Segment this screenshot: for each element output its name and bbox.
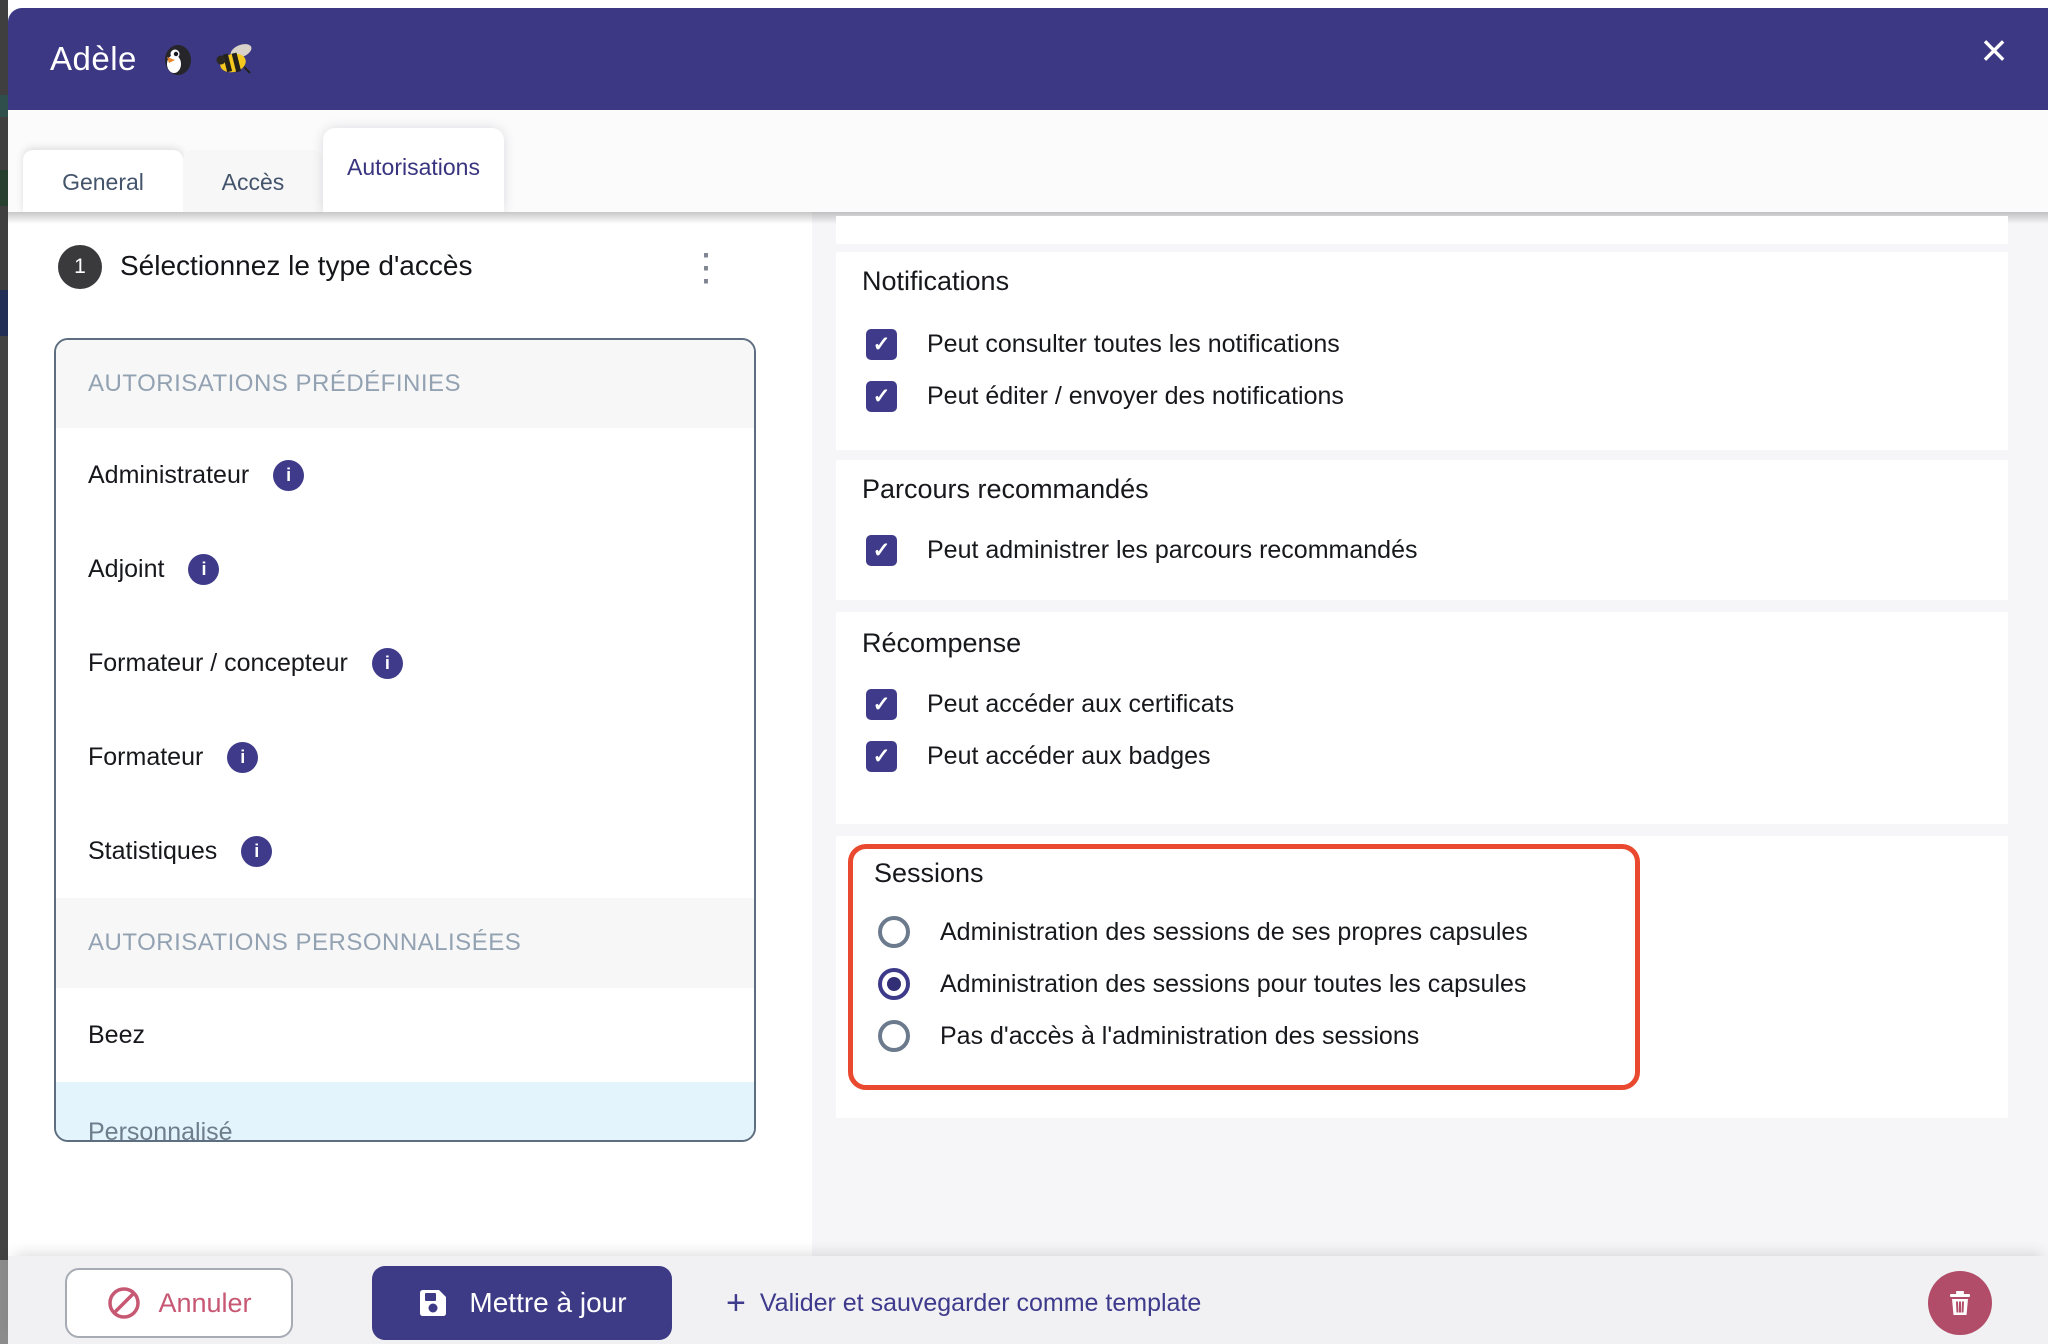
access-type-beez[interactable]: Beez: [56, 988, 754, 1082]
info-icon[interactable]: i: [241, 836, 272, 867]
permission-label: Administration des sessions de ses propr…: [940, 918, 1528, 947]
access-type-label: Formateur: [88, 743, 203, 772]
prohibit-icon: [106, 1285, 142, 1321]
step-title: Sélectionnez le type d'accès: [120, 250, 472, 282]
radio-selected[interactable]: [878, 968, 910, 1000]
radio-unselected[interactable]: [878, 1020, 910, 1052]
tab-autorisations[interactable]: Autorisations: [323, 128, 504, 212]
section-title: Sessions: [874, 858, 984, 889]
permission-label: Administration des sessions pour toutes …: [940, 970, 1526, 999]
permission-label: Peut consulter toutes les notifications: [927, 330, 1340, 359]
save-floppy-icon: [417, 1287, 449, 1319]
save-as-template-link[interactable]: + Valider et sauvegarder comme template: [726, 1270, 1201, 1336]
step-number-badge: 1: [58, 245, 102, 289]
section-title: Notifications: [862, 266, 1009, 297]
cancel-button[interactable]: Annuler: [65, 1268, 293, 1338]
trash-icon: [1945, 1288, 1975, 1318]
access-type-label: Adjoint: [88, 555, 164, 584]
permission-label: Peut éditer / envoyer des notifications: [927, 382, 1344, 411]
checkbox-checked-icon[interactable]: ✓: [866, 535, 897, 566]
access-type-administrateur[interactable]: Administrateur i: [56, 428, 754, 522]
access-type-label: Beez: [88, 1021, 145, 1050]
section-notifications: Notifications ✓ Peut consulter toutes le…: [836, 252, 2008, 450]
access-type-label: Formateur / concepteur: [88, 649, 348, 678]
plus-icon: +: [726, 1284, 746, 1323]
section-parcours: Parcours recommandés ✓ Peut administrer …: [836, 460, 2008, 600]
permission-label: Peut accéder aux certificats: [927, 690, 1234, 719]
access-type-label: Statistiques: [88, 837, 217, 866]
permissions-modal-screen: Adèle × General Accès Autorisations: [0, 0, 2048, 1344]
delete-button[interactable]: [1928, 1271, 1992, 1335]
access-type-label: Personnalisé: [88, 1118, 233, 1142]
access-type-formateur-concepteur[interactable]: Formateur / concepteur i: [56, 616, 754, 710]
info-icon[interactable]: i: [372, 648, 403, 679]
bee-emoji-icon: [207, 39, 255, 79]
update-button[interactable]: Mettre à jour: [372, 1266, 672, 1340]
group-header-custom: AUTORISATIONS PERSONNALISÉES: [56, 898, 754, 988]
permission-label: Peut accéder aux badges: [927, 742, 1211, 771]
checkbox-checked-icon[interactable]: ✓: [866, 381, 897, 412]
cancel-button-label: Annuler: [158, 1288, 251, 1319]
checkbox-checked-icon[interactable]: ✓: [866, 741, 897, 772]
tab-general[interactable]: General: [23, 150, 183, 212]
section-title: Parcours recommandés: [862, 474, 1149, 505]
radio-unselected[interactable]: [878, 916, 910, 948]
checkbox-checked-icon[interactable]: ✓: [866, 329, 897, 360]
kebab-menu-icon[interactable]: ⋮: [686, 240, 726, 294]
permission-label: Peut administrer les parcours recommandé…: [927, 536, 1417, 565]
info-icon[interactable]: i: [227, 742, 258, 773]
background-page-sliver: [0, 0, 8, 1344]
info-icon[interactable]: i: [273, 460, 304, 491]
info-icon[interactable]: i: [188, 554, 219, 585]
access-type-label: Administrateur: [88, 461, 249, 490]
partial-card-top: [836, 216, 2008, 244]
penguin-emoji-icon: [147, 40, 197, 78]
access-type-adjoint[interactable]: Adjoint i: [56, 522, 754, 616]
section-title: Récompense: [862, 628, 1021, 659]
section-recompense: Récompense ✓ Peut accéder aux certificat…: [836, 612, 2008, 824]
modal-title: Adèle: [50, 40, 137, 78]
access-type-panel: AUTORISATIONS PRÉDÉFINIES Administrateur…: [54, 338, 756, 1142]
section-sessions: Sessions Administration des sessions de …: [836, 836, 2008, 1118]
save-as-template-label: Valider et sauvegarder comme template: [760, 1289, 1201, 1318]
tab-acces[interactable]: Accès: [183, 150, 323, 212]
access-type-personnalise[interactable]: Personnalisé: [56, 1082, 754, 1142]
checkbox-checked-icon[interactable]: ✓: [866, 689, 897, 720]
update-button-label: Mettre à jour: [469, 1287, 626, 1319]
permission-label: Pas d'accès à l'administration des sessi…: [940, 1022, 1419, 1051]
close-icon[interactable]: ×: [1968, 24, 2020, 76]
modal-header: Adèle: [8, 8, 2048, 110]
access-type-formateur[interactable]: Formateur i: [56, 710, 754, 804]
access-type-statistiques[interactable]: Statistiques i: [56, 804, 754, 898]
modal-top-strip: [8, 0, 2048, 8]
group-header-predefined: AUTORISATIONS PRÉDÉFINIES: [56, 340, 754, 428]
